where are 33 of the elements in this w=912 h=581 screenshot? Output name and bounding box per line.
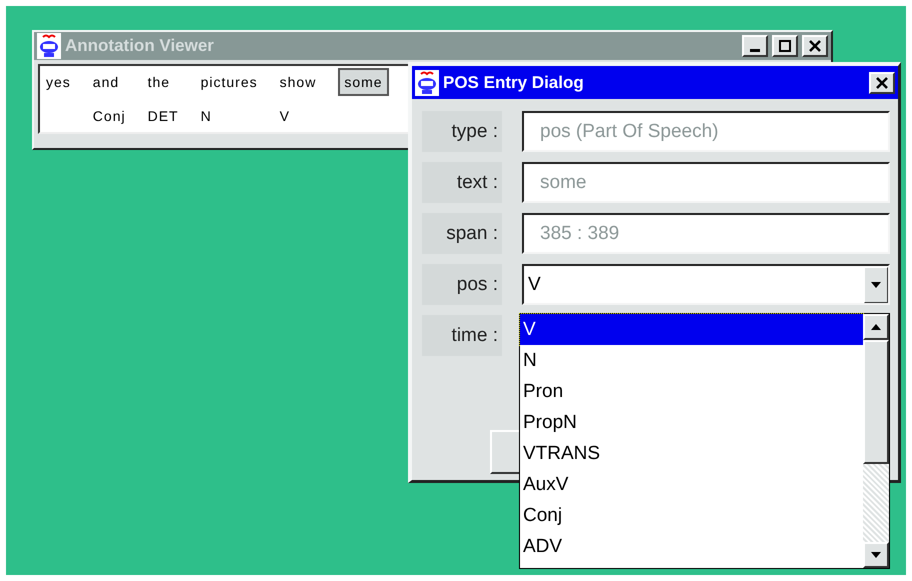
window-title: Annotation Viewer bbox=[65, 36, 215, 56]
combo-box[interactable]: V bbox=[522, 264, 890, 305]
field-label: pos : bbox=[422, 264, 502, 305]
field-label: span : bbox=[422, 213, 502, 254]
close-button[interactable] bbox=[802, 35, 828, 57]
close-button[interactable] bbox=[869, 72, 895, 94]
maximize-button[interactable] bbox=[772, 35, 798, 57]
token-tag: V bbox=[280, 108, 316, 126]
close-icon bbox=[809, 40, 821, 52]
token-tag: DET bbox=[148, 108, 179, 126]
minimize-icon bbox=[750, 48, 760, 52]
dropdown-arrow-icon bbox=[870, 280, 882, 288]
token-word[interactable]: and bbox=[92, 70, 126, 94]
token-word[interactable]: some bbox=[338, 68, 389, 96]
dialog-title: POS Entry Dialog bbox=[443, 72, 585, 92]
scroll-down-icon bbox=[870, 551, 882, 559]
token-word[interactable]: yes bbox=[46, 70, 71, 94]
token-word[interactable]: pictures bbox=[200, 70, 258, 94]
app-icon bbox=[415, 70, 439, 96]
app-icon bbox=[37, 33, 61, 59]
field-label: text : bbox=[422, 162, 502, 203]
token-word[interactable]: the bbox=[148, 70, 179, 94]
scroll-up-icon bbox=[870, 323, 882, 331]
maximize-icon bbox=[779, 40, 791, 52]
minimize-button[interactable] bbox=[742, 35, 768, 57]
field-label: time : bbox=[422, 315, 502, 356]
token-word[interactable]: show bbox=[280, 70, 316, 94]
token-tag: Conj bbox=[92, 108, 126, 126]
field-label: type : bbox=[422, 111, 502, 152]
dropdown-option[interactable]: V bbox=[520, 314, 863, 345]
scrollbar[interactable] bbox=[863, 314, 889, 568]
token-tag: N bbox=[200, 108, 258, 126]
close-icon bbox=[876, 76, 888, 88]
